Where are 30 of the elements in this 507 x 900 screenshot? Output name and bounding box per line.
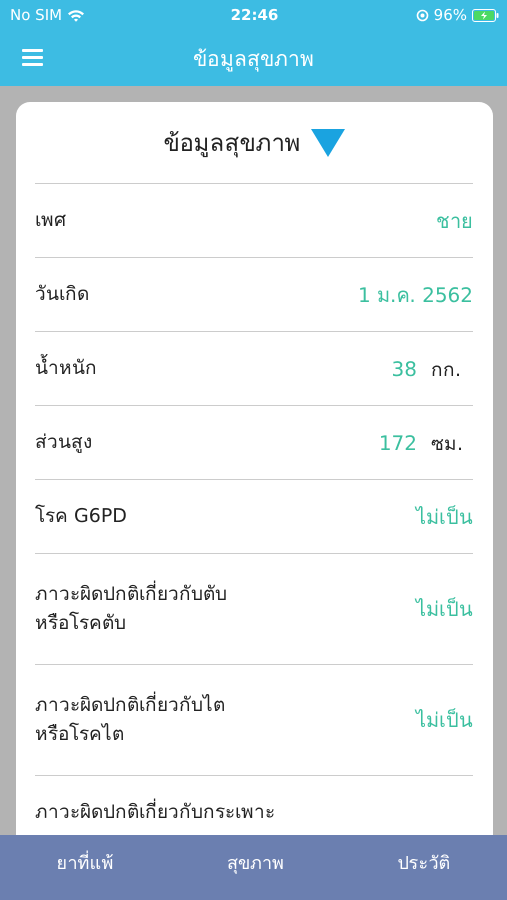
field-label: ส่วนสูง [35, 430, 92, 455]
wifi-icon [67, 8, 86, 22]
field-value: ไม่เป็น [416, 707, 473, 734]
unit-label: กก. [431, 358, 462, 382]
field-label: โรค G6PD [35, 504, 127, 529]
battery-percent: 96% [434, 6, 467, 24]
field-value: ไม่เป็น [416, 596, 473, 623]
tab[interactable]: ยาที่แพ้ [48, 844, 122, 881]
field-value: 172 [378, 430, 417, 454]
tab[interactable]: ประวัติ [389, 844, 458, 881]
rotation-lock-icon [416, 8, 429, 22]
unit-label: ซม. [431, 432, 464, 456]
battery-charging-icon [472, 8, 499, 22]
card-title: ข้อมูลสุขภาพ [164, 128, 300, 160]
field-value: 1 ม.ค. 2562 [358, 282, 473, 308]
field-label: ภาวะผิดปกติเกี่ยวกับไต หรือโรคไต [35, 690, 225, 747]
tab[interactable]: สุขภาพ [218, 844, 292, 881]
field-value: ไม่เป็น [416, 504, 473, 530]
header-title: ข้อมูลสุขภาพ [193, 46, 314, 74]
field-label: น้ำหนัก [35, 354, 97, 384]
field-value: 38 [392, 356, 417, 380]
field-label: เพศ [35, 208, 66, 233]
field-label: ภาวะผิดปกติเกี่ยวกับกระเพาะ [35, 798, 275, 825]
triangle-icon[interactable] [310, 128, 344, 156]
field-label: ภาวะผิดปกติเกี่ยวกับตับ หรือโรคตับ [35, 580, 227, 636]
carrier-text: No SIM [10, 6, 62, 24]
menu-icon[interactable] [22, 49, 43, 66]
field-value: ชาย [436, 208, 473, 234]
clock-time: 22:46 [230, 6, 278, 24]
field-label: วันเกิด [35, 282, 89, 307]
